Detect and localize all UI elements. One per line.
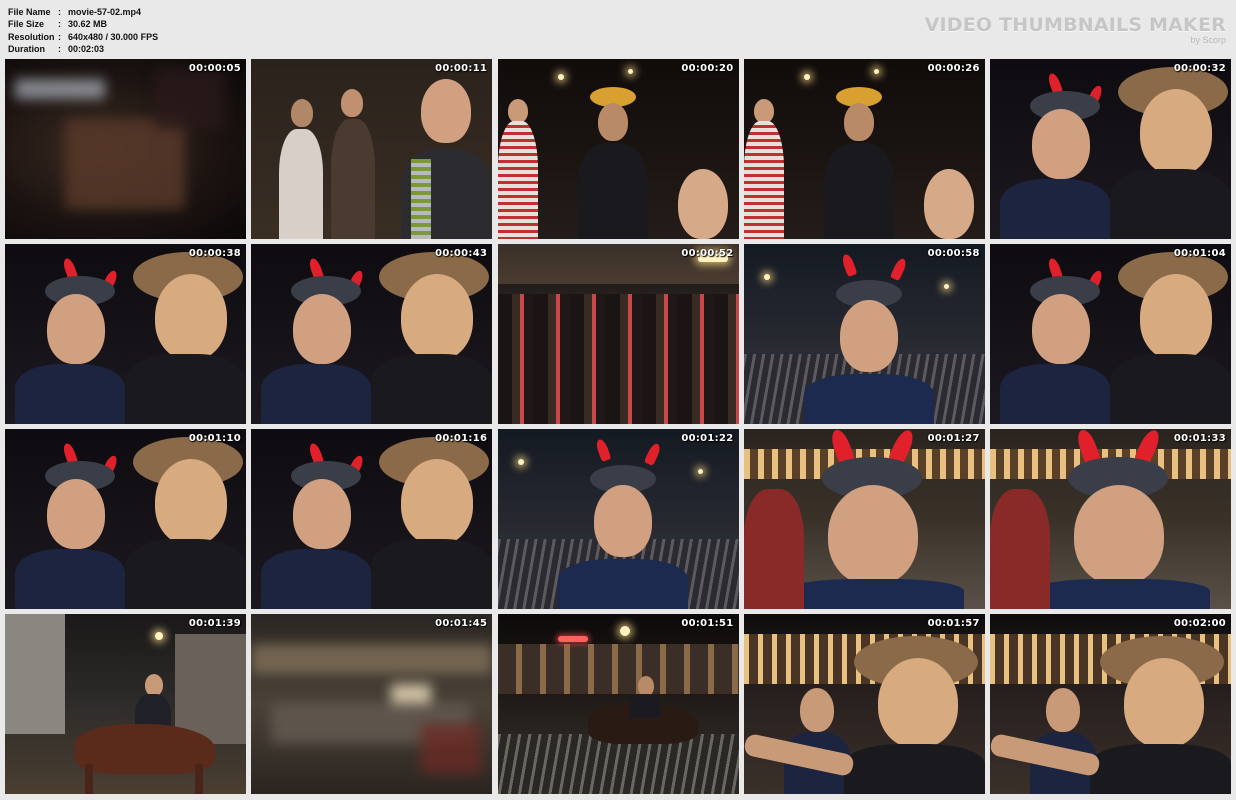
video-frame-thumbnail[interactable]: 00:01:16 (251, 429, 493, 609)
duration-label: Duration (8, 43, 45, 54)
separator: : (58, 43, 61, 54)
resolution-value: 640x480 / 30.000 FPS (68, 31, 159, 42)
file-size-label: File Size (8, 19, 45, 30)
video-frame-thumbnail[interactable]: 00:00:05 (5, 59, 246, 239)
frame-timestamp: 00:00:32 (1173, 63, 1226, 74)
video-frame-thumbnail[interactable]: 00:01:57 (743, 614, 985, 794)
video-frame-thumbnail[interactable]: 00:00:43 (251, 244, 493, 424)
video-frame-thumbnail[interactable]: 00:01:22 (497, 429, 739, 609)
duration-value: 00:02:03 (68, 43, 105, 54)
video-frame-thumbnail[interactable]: 00:01:33 (990, 429, 1231, 609)
file-size-row: File Size : 30.62 MB (8, 18, 158, 30)
file-name-row: File Name : movie-57-02.mp4 (8, 6, 158, 18)
thumbnail-grid: 00:00:05 00:00:11 00:00:20 00:00:26 00:0… (5, 59, 1231, 794)
frame-timestamp: 00:01:27 (927, 433, 980, 444)
resolution-label: Resolution (8, 31, 55, 42)
frame-timestamp: 00:00:43 (435, 248, 488, 259)
video-frame-thumbnail[interactable]: 00:01:04 (990, 244, 1231, 424)
video-frame-thumbnail[interactable]: 00:01:39 (5, 614, 246, 794)
separator: : (58, 31, 61, 42)
video-frame-thumbnail[interactable]: 00:00:38 (5, 244, 246, 424)
file-name-value: movie-57-02.mp4 (68, 7, 142, 17)
video-frame-thumbnail[interactable]: 00:00:26 (743, 59, 985, 239)
brand-title: VIDEO THUMBNAILS MAKER (924, 14, 1226, 36)
frame-timestamp: 00:01:10 (188, 433, 241, 444)
frame-timestamp: 00:00:38 (188, 248, 241, 259)
file-size-value: 30.62 MB (68, 19, 108, 30)
file-info: File Name : movie-57-02.mp4 File Size : … (8, 6, 158, 55)
frame-timestamp: 00:01:16 (435, 433, 488, 444)
frame-timestamp: 00:00:20 (681, 63, 734, 74)
file-name-label: File Name (8, 7, 51, 17)
frame-timestamp: 00:01:04 (1173, 248, 1226, 259)
frame-timestamp: 00:00:52 (681, 248, 734, 259)
video-frame-thumbnail[interactable]: 00:01:51 (497, 614, 739, 794)
brand-subtitle: by Scorp (1190, 35, 1226, 45)
frame-timestamp: 00:01:39 (188, 618, 241, 629)
separator: : (58, 7, 61, 17)
frame-timestamp: 00:01:45 (435, 618, 488, 629)
video-frame-thumbnail[interactable]: 00:00:52 (497, 244, 739, 424)
video-frame-thumbnail[interactable]: 00:00:11 (251, 59, 493, 239)
resolution-row: Resolution : 640x480 / 30.000 FPS (8, 31, 158, 43)
frame-timestamp: 00:01:51 (681, 618, 734, 629)
frame-timestamp: 00:01:22 (681, 433, 734, 444)
video-frame-thumbnail[interactable]: 00:01:27 (743, 429, 985, 609)
frame-timestamp: 00:01:57 (927, 618, 980, 629)
sheet-header: File Name : movie-57-02.mp4 File Size : … (0, 0, 1236, 58)
frame-timestamp: 00:01:33 (1173, 433, 1226, 444)
video-frame-thumbnail[interactable]: 00:01:45 (251, 614, 493, 794)
frame-timestamp: 00:00:05 (188, 63, 241, 74)
video-frame-thumbnail[interactable]: 00:02:00 (990, 614, 1231, 794)
frame-timestamp: 00:00:58 (927, 248, 980, 259)
video-frame-thumbnail[interactable]: 00:00:32 (990, 59, 1231, 239)
frame-timestamp: 00:00:11 (435, 63, 488, 74)
brand-watermark: VIDEO THUMBNAILS MAKER by Scorp (925, 14, 1226, 46)
video-frame-thumbnail[interactable]: 00:01:10 (5, 429, 246, 609)
frame-timestamp: 00:02:00 (1173, 618, 1226, 629)
separator: : (58, 19, 61, 30)
video-frame-thumbnail[interactable]: 00:00:58 (743, 244, 985, 424)
video-frame-thumbnail[interactable]: 00:00:20 (497, 59, 739, 239)
duration-row: Duration : 00:02:03 (8, 43, 158, 55)
frame-timestamp: 00:00:26 (927, 63, 980, 74)
